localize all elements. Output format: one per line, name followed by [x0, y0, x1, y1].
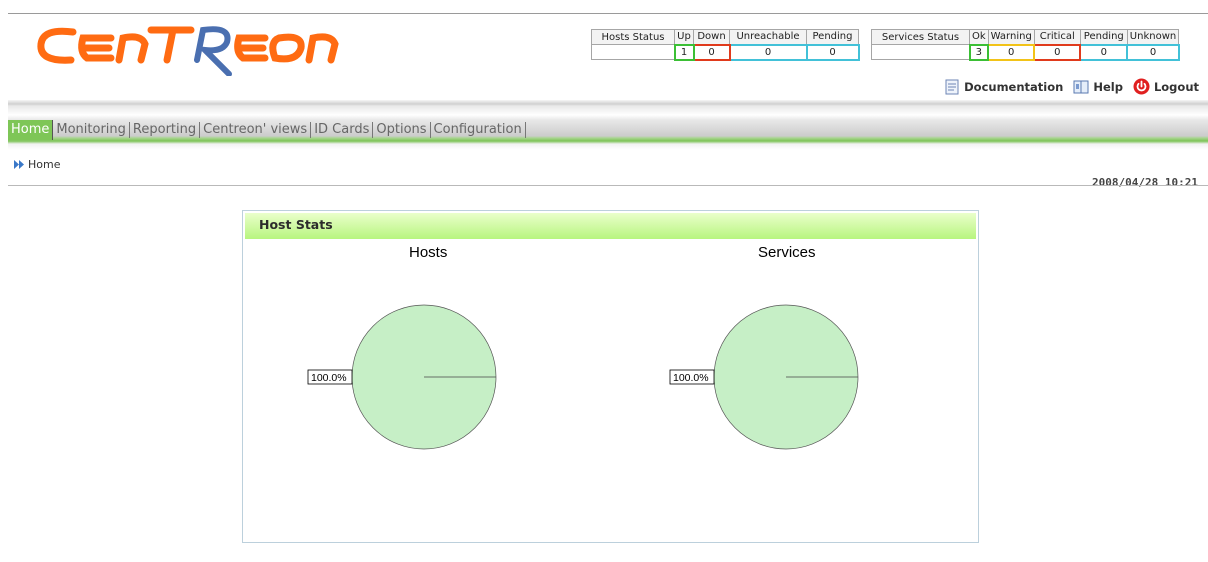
hosts-status-header: Hosts Status	[591, 29, 675, 45]
services-chart-title: Services	[758, 244, 816, 261]
help-label: Help	[1093, 79, 1123, 94]
breadcrumb-home[interactable]: Home	[28, 158, 60, 171]
services-critical-header: Critical	[1033, 29, 1081, 45]
current-datetime: 2008/04/28 10:21	[1092, 176, 1198, 189]
services-unknown-count[interactable]: 0	[1126, 43, 1180, 61]
host-stats-title: Host Stats	[245, 213, 976, 239]
services-status-blank	[871, 44, 970, 60]
hosts-unreachable-header: Unreachable	[729, 29, 807, 45]
hosts-status-blank	[591, 44, 675, 60]
menu-item-reporting[interactable]: Reporting	[130, 122, 201, 138]
menu-item-monitoring[interactable]: Monitoring	[53, 122, 130, 138]
power-icon	[1133, 78, 1150, 95]
hosts-pie-label: 100.0%	[311, 372, 347, 384]
documentation-link[interactable]: Documentation	[944, 79, 1063, 95]
services-pending-header: Pending	[1079, 29, 1128, 45]
services-ok-count[interactable]: 3	[968, 43, 990, 61]
services-pending-count[interactable]: 0	[1079, 43, 1129, 61]
services-pie-chart: 100.0%	[669, 304, 859, 450]
logout-link[interactable]: Logout	[1133, 78, 1199, 95]
services-critical-count[interactable]: 0	[1033, 43, 1082, 61]
menu-item-configuration[interactable]: Configuration	[431, 122, 526, 138]
top-links: Documentation Help Logout	[934, 78, 1199, 95]
logout-label: Logout	[1153, 79, 1199, 94]
breadcrumb: Home	[14, 158, 60, 171]
services-warning-count[interactable]: 0	[987, 43, 1036, 61]
hosts-up-header: Up	[674, 29, 694, 45]
hosts-status-table: Hosts Status Up Down Unreachable Pending…	[591, 29, 860, 61]
services-unknown-header: Unknown	[1126, 29, 1180, 45]
header-separator	[8, 185, 1208, 186]
hosts-down-count[interactable]: 0	[692, 43, 731, 61]
services-warning-header: Warning	[987, 29, 1035, 45]
documentation-label: Documentation	[964, 79, 1064, 94]
hosts-down-header: Down	[693, 29, 730, 45]
hosts-pie-chart: 100.0%	[307, 304, 497, 450]
services-pie-label: 100.0%	[673, 372, 709, 384]
centreon-logo-graphic	[37, 26, 339, 77]
centreon-logo[interactable]	[33, 14, 343, 77]
menu-item-id-cards[interactable]: ID Cards	[311, 122, 374, 138]
hosts-up-count[interactable]: 1	[673, 43, 695, 61]
menu-item-home[interactable]: Home	[8, 120, 54, 140]
main-menu: Home Monitoring Reporting Centreon' view…	[8, 119, 526, 141]
services-ok-header: Ok	[969, 29, 989, 45]
menu-item-centreon-views[interactable]: Centreon' views	[200, 122, 312, 138]
services-status-header: Services Status	[871, 29, 970, 45]
services-status-table: Services Status Ok Warning Critical Pend…	[871, 29, 1180, 61]
hosts-unreachable-count[interactable]: 0	[728, 43, 808, 61]
double-arrow-icon	[14, 160, 24, 169]
hosts-pending-count[interactable]: 0	[805, 43, 860, 61]
hosts-pending-header: Pending	[806, 29, 859, 45]
help-link[interactable]: Help	[1073, 79, 1123, 95]
menu-item-options[interactable]: Options	[373, 122, 431, 138]
hosts-chart-title: Hosts	[409, 244, 448, 261]
document-icon	[945, 79, 959, 94]
help-book-icon	[1073, 80, 1089, 93]
